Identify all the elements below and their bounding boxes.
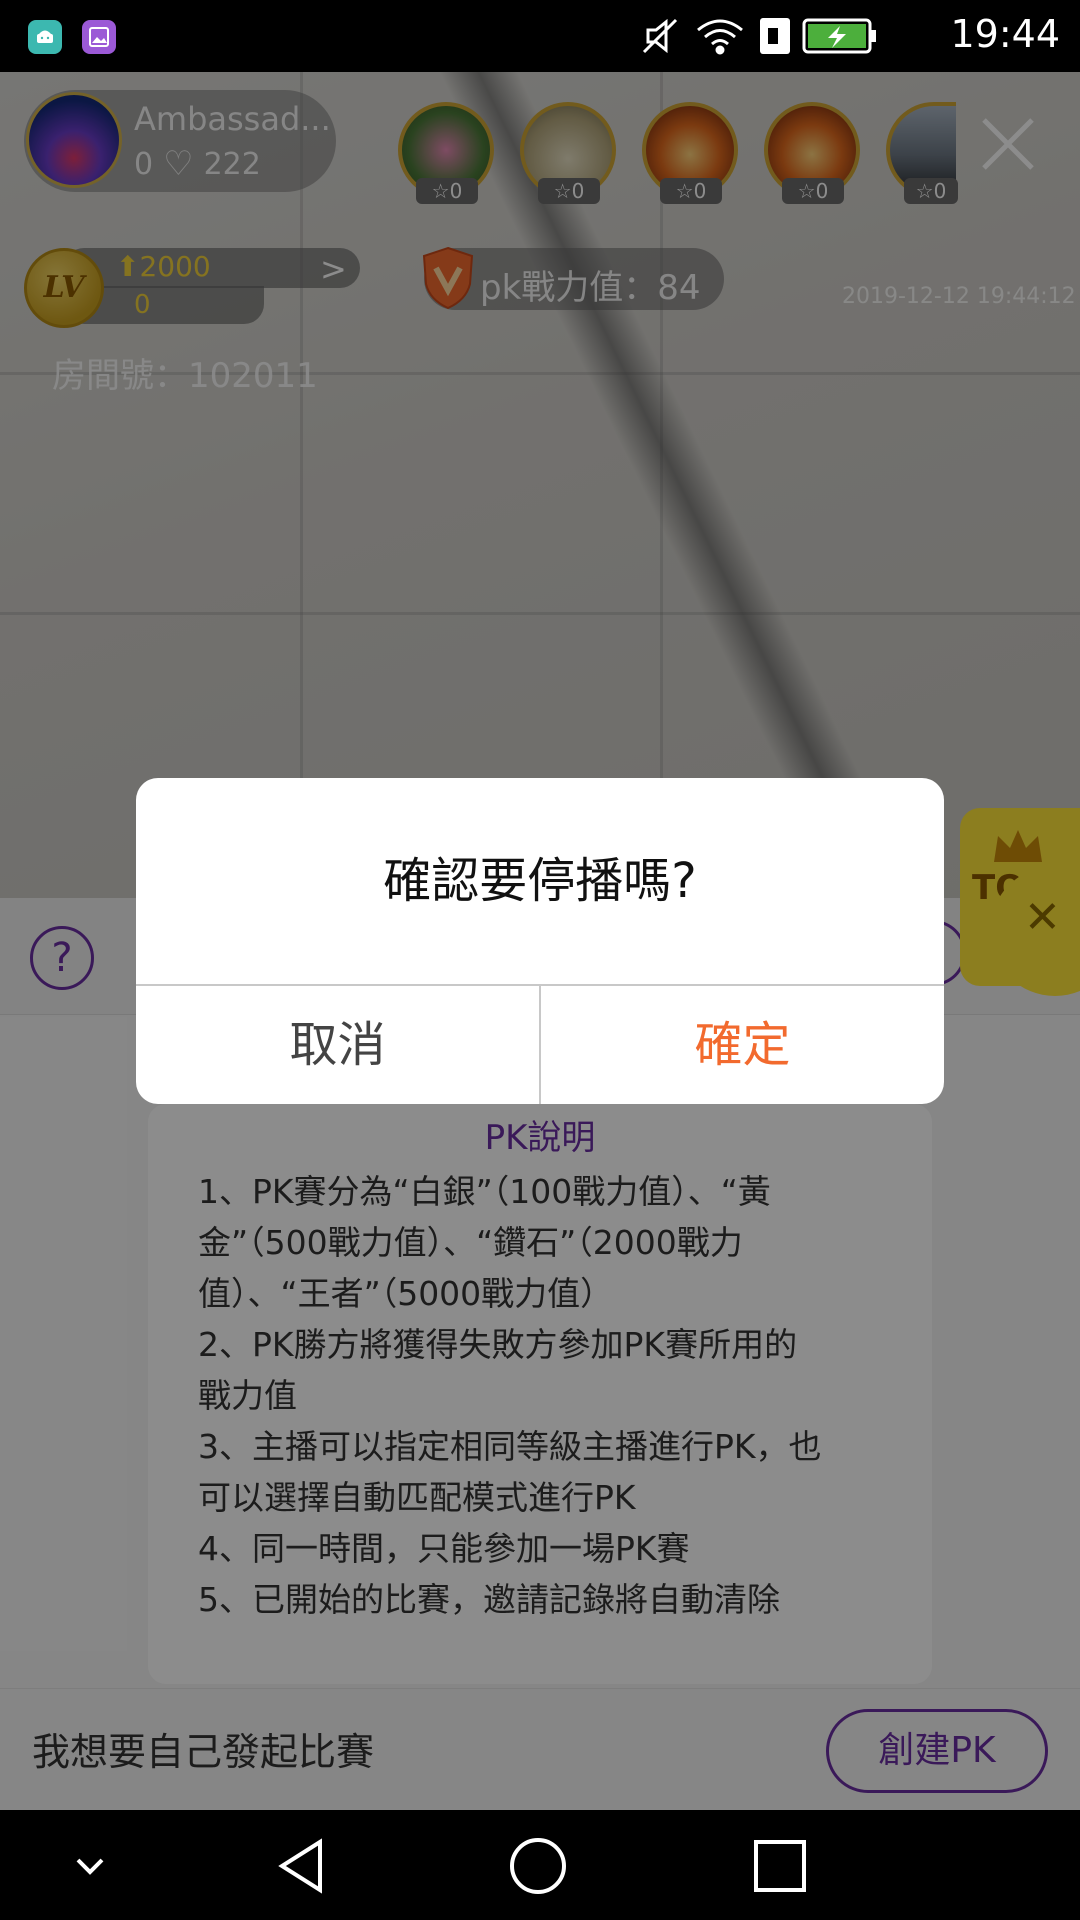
battery-charging-icon bbox=[802, 18, 876, 54]
home-icon[interactable] bbox=[508, 1836, 568, 1896]
navigation-bar bbox=[0, 1810, 1080, 1920]
status-bar: 19:44 bbox=[0, 0, 1080, 72]
recents-icon[interactable] bbox=[750, 1836, 810, 1896]
wifi-icon bbox=[697, 19, 743, 55]
gallery-icon bbox=[82, 20, 116, 54]
status-icons bbox=[642, 18, 876, 55]
stop-stream-dialog: 確認要停播嗎? 取消 確定 bbox=[136, 778, 944, 1104]
confirm-button[interactable]: 確定 bbox=[541, 986, 944, 1104]
back-icon[interactable] bbox=[272, 1836, 332, 1896]
clock: 19:44 bbox=[950, 12, 1060, 56]
mute-icon bbox=[642, 18, 678, 54]
android-icon bbox=[28, 20, 62, 54]
cancel-button[interactable]: 取消 bbox=[136, 986, 539, 1104]
sim-icon bbox=[760, 18, 790, 54]
chevron-down-icon[interactable] bbox=[70, 1836, 110, 1896]
dialog-title: 確認要停播嗎? bbox=[383, 853, 697, 909]
